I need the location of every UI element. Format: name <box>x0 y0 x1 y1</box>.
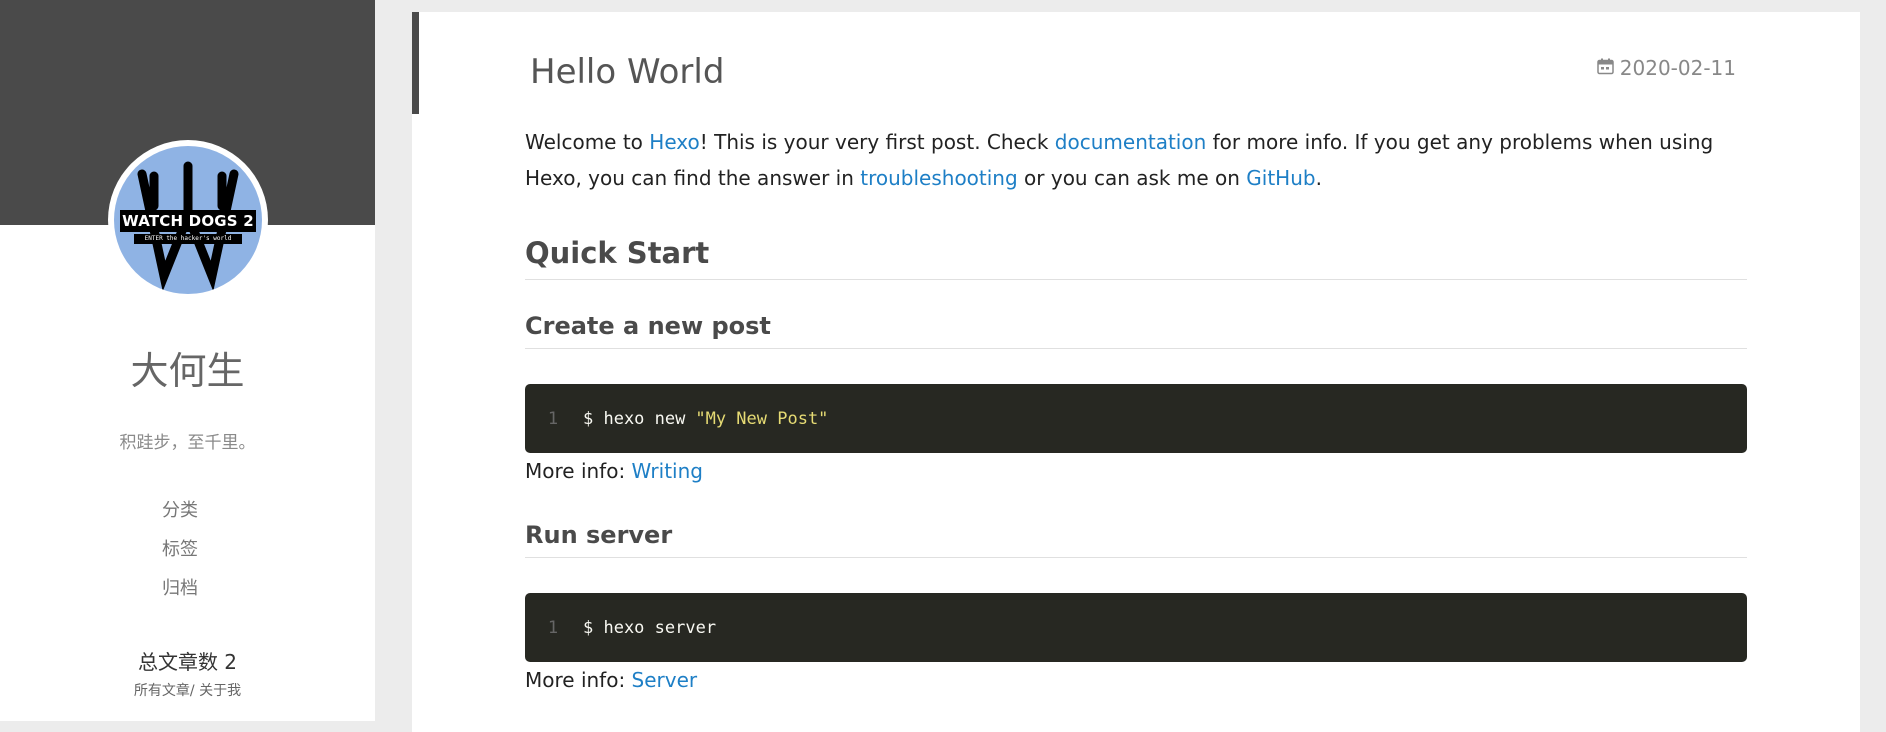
nav-item-categories[interactable]: 分类 <box>150 496 210 535</box>
post-date-text: 2020-02-11 <box>1619 56 1736 80</box>
avatar[interactable]: WATCH DOGS 2 ENTER the hacker's world <box>108 140 268 300</box>
all-posts-link[interactable]: 所有文章 <box>134 683 190 699</box>
author-name: 大何生 <box>130 349 245 393</box>
nav-item-archives[interactable]: 归档 <box>150 574 210 613</box>
post-date: 2020-02-11 <box>1597 56 1736 80</box>
sidebar: WATCH DOGS 2 ENTER the hacker's world 大何… <box>0 0 375 721</box>
writing-link[interactable]: Writing <box>632 459 703 483</box>
links-separator: / <box>189 683 195 699</box>
about-link[interactable]: 关于我 <box>199 683 241 699</box>
code-command: $ hexo new <box>583 408 686 429</box>
more-info-label: More info: <box>525 668 632 692</box>
code-block: 1 $ hexo server <box>525 593 1747 662</box>
nav-item-tags[interactable]: 标签 <box>150 535 210 574</box>
section-heading-create-post: Create a new post <box>525 312 1747 349</box>
github-link[interactable]: GitHub <box>1246 166 1315 190</box>
avatar-logo: WATCH DOGS 2 ENTER the hacker's world <box>114 146 262 294</box>
intro-text: ! This is your very first post. Check <box>699 130 1055 154</box>
intro-text: . <box>1315 166 1322 190</box>
code-string: "My New Post" <box>695 408 829 429</box>
sidebar-nav: 分类 标签 归档 <box>150 496 210 613</box>
more-info-label: More info: <box>525 459 632 483</box>
server-link[interactable]: Server <box>632 668 698 692</box>
code-block: 1 $ hexo new "My New Post" <box>525 384 1747 453</box>
author-motto: 积跬步，至千里。 <box>119 433 256 453</box>
documentation-link[interactable]: documentation <box>1055 130 1206 154</box>
intro-text: or you can ask me on <box>1017 166 1247 190</box>
section-heading-run-server: Run server <box>525 521 1747 558</box>
post-content: Welcome to Hexo! This is your very first… <box>525 124 1747 698</box>
calendar-icon <box>1597 56 1614 80</box>
more-info: More info: Server <box>525 662 1747 698</box>
post-title[interactable]: Hello World <box>530 52 724 92</box>
code-command: $ hexo server <box>583 617 717 638</box>
sidebar-links: 所有文章/ 关于我 <box>0 680 375 700</box>
troubleshooting-link[interactable]: troubleshooting <box>860 166 1017 190</box>
code-line-number: 1 <box>547 408 559 429</box>
title-accent-bar <box>412 12 419 114</box>
more-info: More info: Writing <box>525 453 1747 489</box>
code-line-number: 1 <box>547 617 559 638</box>
avatar-logo-text: WATCH DOGS 2 <box>120 210 256 232</box>
avatar-logo-tagline: ENTER the hacker's world <box>134 234 242 244</box>
post-card: Hello World 2020-02-11 Welcome to Hexo! … <box>412 12 1860 732</box>
hexo-link[interactable]: Hexo <box>649 130 699 154</box>
intro-text: Welcome to <box>525 130 650 154</box>
intro-paragraph: Welcome to Hexo! This is your very first… <box>525 124 1747 196</box>
quick-start-heading: Quick Start <box>525 236 1747 280</box>
article-count: 总文章数 2 <box>137 650 238 674</box>
